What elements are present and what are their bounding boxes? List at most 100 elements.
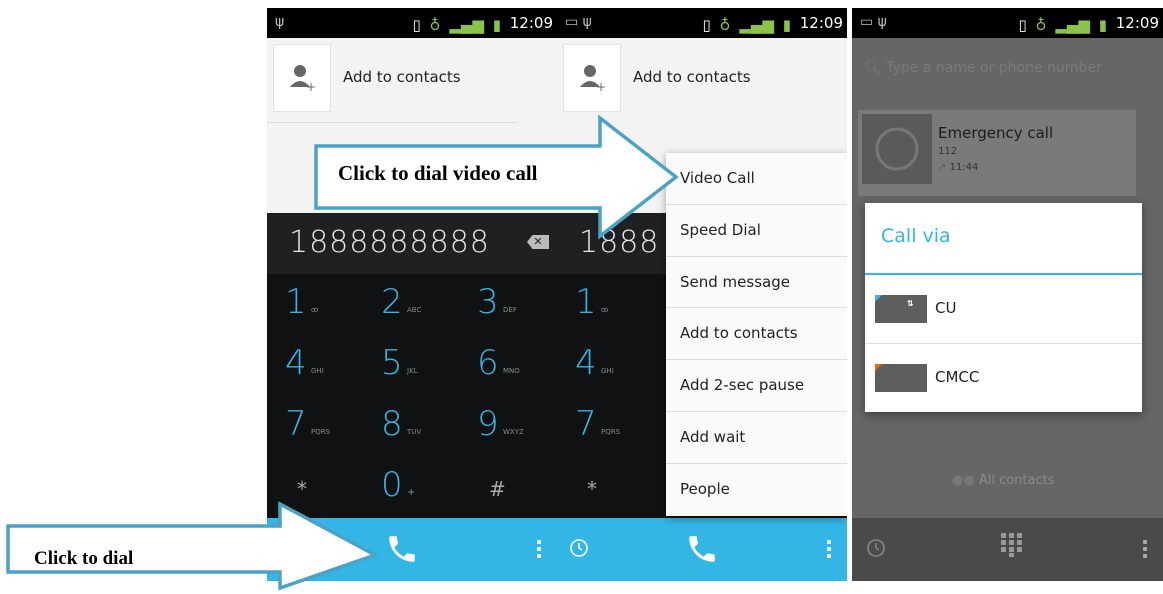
overflow-menu-icon[interactable] (1143, 540, 1147, 561)
menu-item-video-call[interactable]: Video Call (666, 153, 847, 205)
menu-item-speed-dial[interactable]: Speed Dial (666, 205, 847, 257)
phone-dial-icon[interactable] (385, 532, 419, 570)
battery-icon: ▮ (492, 16, 501, 34)
status-icons: ▯ ♁ ▂▄▆ ▮ 12:09 (703, 14, 844, 34)
key-hash[interactable]: # (459, 457, 555, 518)
menu-item-add-wait[interactable]: Add wait (666, 412, 847, 464)
usb-icon: ψ (275, 14, 285, 30)
key-digit: 9 (477, 404, 499, 444)
overflow-menu-icon[interactable] (537, 540, 541, 561)
menu-item-add-to-contacts[interactable]: Add to contacts (666, 308, 847, 361)
key-8[interactable]: 8 TUV (363, 396, 459, 457)
overflow-menu-icon[interactable] (827, 540, 831, 561)
key-digit: 4 (575, 343, 597, 383)
key-5[interactable]: 5 JKL (363, 335, 459, 396)
key-letters: ABC (407, 306, 422, 314)
recent-call-card[interactable]: Emergency call 112 ↗ 11:44 (858, 110, 1136, 196)
key-1[interactable]: 1ꝏ (557, 274, 653, 335)
sim-card-icon (875, 364, 927, 392)
usb-icon: ▭ ψ (565, 14, 592, 30)
all-contacts-button[interactable]: ●● All contacts (952, 473, 1055, 488)
headset-icon: ♁ (719, 16, 731, 34)
headset-icon: ♁ (1035, 16, 1047, 34)
dial-bar (557, 518, 847, 581)
recent-call-number: 112 (938, 146, 958, 157)
sim-option-cmcc[interactable]: CMCC (865, 344, 1142, 412)
dial-bar (267, 518, 557, 581)
key-digit: * (297, 477, 307, 501)
status-time: 12:09 (509, 14, 553, 32)
key-6[interactable]: 6 MNO (459, 335, 555, 396)
search-input[interactable]: 🔍︎ Type a name or phone number (864, 60, 1102, 76)
outgoing-arrow-icon: ↗ (938, 162, 947, 173)
key-2[interactable]: 2 ABC (363, 274, 459, 335)
sim-card-icon: ⇅ (875, 295, 927, 323)
menu-item-send-message[interactable]: Send message (666, 257, 847, 309)
key-digit: 2 (381, 282, 403, 322)
svg-text:+: + (596, 80, 606, 94)
key-digit: 3 (477, 282, 499, 322)
key-digit: * (587, 477, 597, 501)
add-contact-avatar-icon: + (273, 44, 331, 112)
dial-callout-text: Click to dial (34, 548, 134, 569)
add-to-contacts-row[interactable]: + Add to contacts (267, 38, 557, 118)
status-time: 12:09 (1115, 14, 1159, 32)
recent-call-time: 11:44 (949, 162, 979, 173)
key-star[interactable]: * (267, 457, 363, 518)
status-time: 12:09 (799, 14, 843, 32)
status-bar: ▭ ψ ▯ ♁ ▂▄▆ ▮ 12:09 (557, 8, 847, 38)
phone-dial-icon[interactable] (685, 532, 719, 570)
key-letters: PQRS (311, 428, 331, 436)
video-call-callout-text: Click to dial video call (338, 161, 538, 185)
keypad: 1ꝏ 2 ABC 3 DEF 4 GHI 5 JKL 6 MNO 7 PQRS 8 TUV 9… (267, 274, 557, 518)
sim-option-label: CU (935, 299, 957, 317)
key-7[interactable]: 7 PQRS (557, 396, 653, 457)
add-contact-avatar-icon: + (563, 44, 621, 112)
contact-photo-icon (862, 114, 932, 184)
signal-icon: ▂▄▆ (739, 16, 774, 34)
dialpad-icon[interactable] (1000, 532, 1024, 562)
key-letters: + (407, 487, 416, 498)
svg-text:⇅: ⇅ (907, 299, 914, 308)
key-digit: 5 (381, 343, 403, 383)
key-7[interactable]: 7 PQRS (267, 396, 363, 457)
key-digit: 7 (575, 404, 597, 444)
headset-icon: ♁ (429, 16, 441, 34)
backspace-icon[interactable]: ✕ (527, 235, 549, 249)
key-digit: 6 (477, 343, 499, 383)
status-bar: ▭ ψ ▯ ♁ ▂▄▆ ▮ 12:09 (852, 8, 1163, 38)
menu-item-add-2-sec-pause[interactable]: Add 2-sec pause (666, 360, 847, 412)
key-letters: JKL (407, 367, 418, 375)
dialog-title: Call via (881, 225, 951, 247)
sim-option-cu[interactable]: ⇅ CU (865, 275, 1142, 344)
call-via-dialog: Call via ⇅ CU CMCC (865, 203, 1142, 412)
key-4[interactable]: 4 GHI (267, 335, 363, 396)
divider (267, 122, 517, 123)
bottom-bar (852, 518, 1163, 581)
key-letters: GHI (601, 367, 614, 375)
battery-icon: ▮ (1098, 16, 1107, 34)
add-to-contacts-label: Add to contacts (633, 68, 751, 86)
key-0[interactable]: 0 + (363, 457, 459, 518)
key-1[interactable]: 1ꝏ (267, 274, 363, 335)
key-digit: 7 (285, 404, 307, 444)
voicemail-icon: ꝏ (311, 306, 319, 314)
history-icon[interactable] (866, 538, 886, 562)
key-9[interactable]: 9 WXYZ (459, 396, 555, 457)
key-digit: 4 (285, 343, 307, 383)
usb-icon: ▭ ψ (860, 14, 887, 30)
key-letters: WXYZ (503, 428, 524, 436)
signal-icon: ▂▄▆ (449, 16, 484, 34)
recent-call-time-row: ↗ 11:44 (938, 162, 978, 173)
history-icon[interactable] (569, 538, 589, 562)
key-star[interactable]: * (557, 457, 653, 518)
key-3[interactable]: 3 DEF (459, 274, 555, 335)
search-icon: 🔍︎ (864, 60, 882, 76)
dialer-screen-2: ▭ ψ ▯ ♁ ▂▄▆ ▮ 12:09 + Add to contacts 18… (557, 8, 847, 581)
dialed-number: 1888888888 (289, 225, 490, 260)
sim-option-label: CMCC (935, 368, 980, 386)
key-letters: DEF (503, 306, 517, 314)
key-4[interactable]: 4 GHI (557, 335, 653, 396)
menu-item-people[interactable]: People (666, 464, 847, 516)
add-to-contacts-row[interactable]: + Add to contacts (557, 38, 847, 118)
